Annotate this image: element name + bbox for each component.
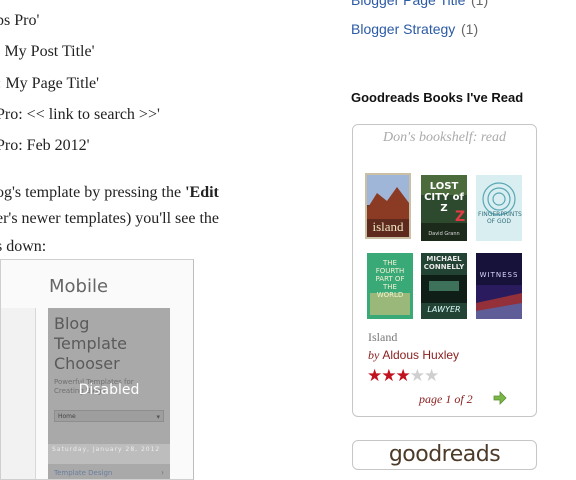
rating-stars: ★★★★★ — [367, 366, 439, 386]
next-arrow-icon[interactable] — [493, 391, 507, 405]
label-link-blogger-strategy[interactable]: Blogger Strategy — [351, 21, 455, 37]
witness-cover-art — [476, 253, 522, 319]
edit-emphasis: 'Edit — [185, 184, 219, 201]
cover-author: David Grann — [428, 231, 460, 237]
book-cover-the-witness[interactable]: WITNESS — [476, 253, 522, 319]
desktop-preview-edge — [1, 308, 36, 479]
page-indicator: page 1 of 2 — [419, 392, 473, 406]
book-cover-fingerprints-of-god[interactable]: FINGERPRINTS OF GOD — [476, 175, 522, 241]
post-line: og's template by pressing the 'Edit — [0, 184, 219, 202]
cover-title: LOST CITY of Z — [424, 181, 464, 214]
post-body: ps Pro' : My Post Title' : My Page Title… — [0, 0, 340, 480]
post-line: er's newer templates) you'll see the — [0, 210, 220, 227]
book-cover-the-lawyer[interactable]: MICHAEL CONNELLY LAWYER — [421, 253, 467, 319]
post-line: Pro: Feb 2012' — [0, 137, 90, 154]
goodreads-widget-heading: Goodreads Books I've Read — [351, 90, 524, 105]
preview-date-header: Saturday, January 28, 2012 — [48, 444, 170, 464]
mobile-settings-screenshot: Mobile Blog Template Chooser Powerful Te… — [0, 259, 194, 480]
post-line: ps Pro' — [0, 12, 40, 29]
book-cover-island[interactable]: island — [365, 173, 411, 239]
cover-author: MICHAEL CONNELLY — [423, 255, 465, 271]
selected-book-title[interactable]: Island — [368, 330, 397, 345]
post-line: Pro: << link to search >>' — [0, 106, 160, 123]
label-count: (1) — [461, 21, 479, 37]
post-line: : My Post Title' — [0, 43, 95, 60]
star-filled-icon: ★ — [395, 366, 411, 385]
star-filled-icon: ★ — [367, 366, 382, 385]
goodreads-logo-button[interactable]: goodreads — [352, 440, 537, 470]
mobile-heading: Mobile — [49, 276, 109, 297]
disabled-overlay-label: Disabled — [78, 382, 140, 398]
preview-blog-title: Blog Template Chooser — [54, 314, 128, 373]
selected-book-author: by Aldous Huxley — [368, 348, 459, 363]
bookshelf-title[interactable]: Don's bookshelf: read — [353, 130, 536, 146]
cover-title: THE FOURTH PART OF THE WORLD — [375, 259, 405, 299]
cover-title: WITNESS — [479, 271, 519, 279]
star-empty-icon: ★ — [424, 366, 439, 385]
label-link-blogger-page-title[interactable]: Blogger Page Title — [351, 0, 465, 8]
post-line: s down: — [0, 238, 47, 255]
book-cover-fourth-part-of-the-world[interactable]: THE FOURTH PART OF THE WORLD — [367, 253, 413, 319]
star-empty-icon: ★ — [409, 366, 425, 385]
chevron-right-icon: › — [161, 467, 164, 477]
book-cover-lost-city-z[interactable]: Z LOST CITY of Z David Grann — [421, 175, 467, 241]
fingerprints-cover-art — [476, 175, 522, 241]
author-link[interactable]: Aldous Huxley — [382, 348, 459, 362]
cover-title: FINGERPRINTS OF GOD — [478, 211, 522, 225]
goodreads-widget: Don's bookshelf: read island Z LOST CITY… — [352, 124, 537, 417]
cover-title: LAWYER — [427, 305, 461, 314]
star-filled-icon: ★ — [381, 366, 396, 385]
post-line-text: og's template by pressing the — [0, 184, 186, 201]
preview-home-select: Home — [54, 410, 164, 423]
label-count: (1) — [471, 0, 489, 8]
cover-title: island — [372, 219, 404, 234]
by-label: by — [368, 348, 380, 362]
goodreads-logo: goodreads — [388, 442, 501, 467]
mobile-preview-panel: Blog Template Chooser Powerful Templates… — [48, 308, 170, 479]
preview-post-link: Template Design — [54, 469, 113, 477]
post-line: : My Page Title' — [0, 75, 100, 92]
